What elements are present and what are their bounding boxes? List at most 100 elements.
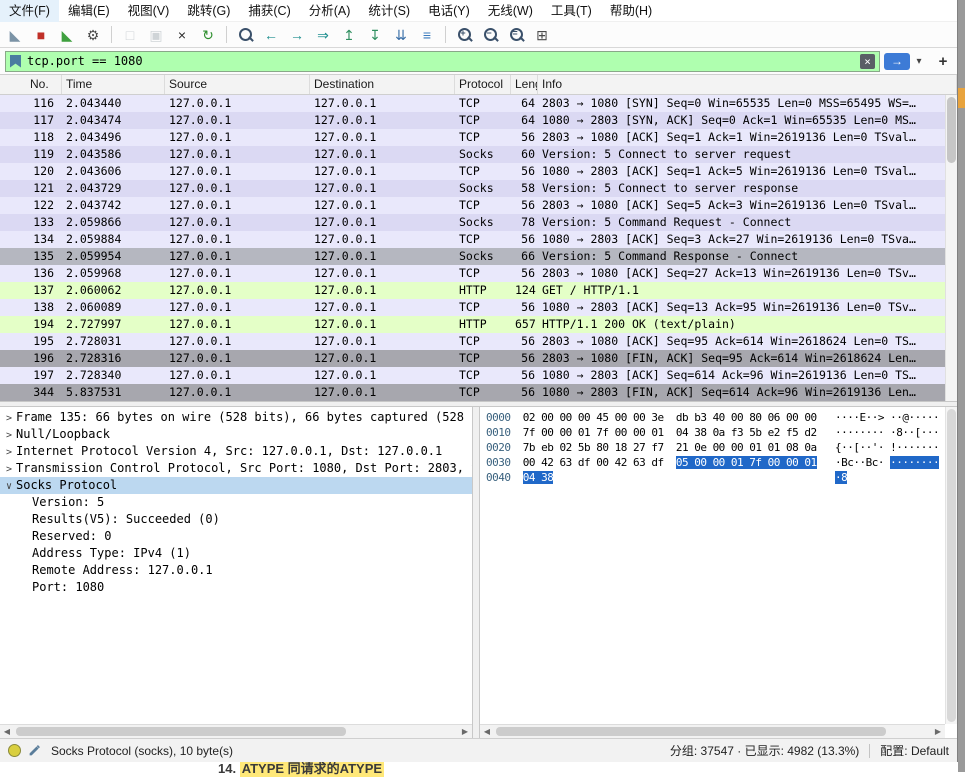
packet-row[interactable]: 1162.043440127.0.0.1127.0.0.1TCP642803 →… — [0, 95, 957, 112]
go-last-button[interactable]: ↧ — [362, 23, 388, 46]
expander-icon[interactable]: > — [2, 461, 16, 477]
menu-capture[interactable]: 捕获(C) — [239, 0, 299, 22]
find-packet-button[interactable] — [232, 23, 258, 46]
zoom-out-button[interactable]: − — [477, 23, 503, 46]
go-back-button[interactable]: ← — [258, 23, 284, 46]
column-header-info[interactable]: Info — [538, 75, 957, 94]
hex-row[interactable]: 0030 00 42 63 df 00 42 63 df 05 00 00 01… — [486, 455, 944, 470]
detail-line[interactable]: Remote Address: 127.0.0.1 — [0, 562, 472, 579]
expander-icon[interactable]: > — [2, 410, 16, 426]
reload-file-button[interactable]: ↻ — [195, 23, 221, 46]
menu-view[interactable]: 视图(V) — [119, 0, 179, 22]
scroll-left-icon[interactable]: ◀ — [480, 727, 494, 736]
detail-line[interactable]: >Frame 135: 66 bytes on wire (528 bits),… — [0, 409, 472, 426]
capture-restart-button[interactable]: ◣ — [54, 23, 80, 46]
scroll-right-icon[interactable]: ▶ — [931, 727, 945, 736]
packet-row[interactable]: 3445.837531127.0.0.1127.0.0.1TCP561080 →… — [0, 384, 957, 401]
menu-analyze[interactable]: 分析(A) — [300, 0, 360, 22]
capture-options-button[interactable]: ⚙ — [80, 23, 106, 46]
packet-row[interactable]: 1972.728340127.0.0.1127.0.0.1TCP561080 →… — [0, 367, 957, 384]
packet-row[interactable]: 1182.043496127.0.0.1127.0.0.1TCP562803 →… — [0, 129, 957, 146]
column-header-len[interactable]: Length — [511, 75, 538, 94]
packet-row[interactable]: 1212.043729127.0.0.1127.0.0.1Socks58Vers… — [0, 180, 957, 197]
scroll-left-icon[interactable]: ◀ — [0, 727, 14, 736]
filter-bookmark-icon[interactable] — [10, 55, 21, 68]
open-file-button[interactable]: □ — [117, 23, 143, 46]
menu-telephony[interactable]: 电话(Y) — [419, 0, 479, 22]
filter-apply-button[interactable]: → — [884, 53, 910, 70]
background-scrollbar-thumb[interactable] — [958, 88, 965, 108]
menu-help[interactable]: 帮助(H) — [601, 0, 661, 22]
scroll-right-icon[interactable]: ▶ — [458, 727, 472, 736]
detail-line[interactable]: Version: 5 — [0, 494, 472, 511]
menu-wireless[interactable]: 无线(W) — [479, 0, 542, 22]
detail-line[interactable]: >Transmission Control Protocol, Src Port… — [0, 460, 472, 477]
colorize-button[interactable]: ≡ — [414, 23, 440, 46]
detail-line[interactable]: Reserved: 0 — [0, 528, 472, 545]
packet-row[interactable]: 1222.043742127.0.0.1127.0.0.1TCP562803 →… — [0, 197, 957, 214]
packet-row[interactable]: 1342.059884127.0.0.1127.0.0.1TCP561080 →… — [0, 231, 957, 248]
hex-hscrollbar[interactable]: ◀ ▶ — [480, 724, 945, 738]
expert-info-icon[interactable] — [8, 744, 21, 757]
packet-list-scrollbar[interactable] — [945, 95, 957, 401]
save-file-button[interactable]: ▣ — [143, 23, 169, 46]
menu-statistics[interactable]: 统计(S) — [359, 0, 419, 22]
packet-row[interactable]: 1352.059954127.0.0.1127.0.0.1Socks66Vers… — [0, 248, 957, 265]
go-to-packet-button[interactable]: ⇒ — [310, 23, 336, 46]
column-header-dst[interactable]: Destination — [310, 75, 455, 94]
expander-icon[interactable]: > — [2, 444, 16, 460]
packet-list-scrollbar-thumb[interactable] — [947, 97, 956, 163]
hex-row[interactable]: 0020 7b eb 02 5b 80 18 27 f7 21 0e 00 00… — [486, 440, 944, 455]
packet-row[interactable]: 1332.059866127.0.0.1127.0.0.1Socks78Vers… — [0, 214, 957, 231]
hex-vscrollbar-thumb[interactable] — [947, 409, 956, 722]
packet-row[interactable]: 1382.060089127.0.0.1127.0.0.1TCP561080 →… — [0, 299, 957, 316]
packet-row[interactable]: 1942.727997127.0.0.1127.0.0.1HTTP657HTTP… — [0, 316, 957, 333]
packet-row[interactable]: 1962.728316127.0.0.1127.0.0.1TCP562803 →… — [0, 350, 957, 367]
capture-stop-button[interactable]: ■ — [28, 23, 54, 46]
expander-icon[interactable]: ∨ — [2, 478, 16, 494]
zoom-100-button[interactable]: = — [503, 23, 529, 46]
display-filter-input[interactable]: tcp.port == 1080 × — [5, 51, 880, 72]
packet-row[interactable]: 1362.059968127.0.0.1127.0.0.1TCP562803 →… — [0, 265, 957, 282]
column-header-no[interactable]: No. — [0, 75, 62, 94]
pane-splitter-vertical[interactable] — [472, 407, 480, 738]
close-file-button[interactable]: × — [169, 23, 195, 46]
filter-dropdown-button[interactable]: ▾ — [912, 56, 926, 67]
packet-row[interactable]: 1952.728031127.0.0.1127.0.0.1TCP562803 →… — [0, 333, 957, 350]
background-scrollbar[interactable] — [958, 0, 965, 772]
auto-scroll-button[interactable]: ⇊ — [388, 23, 414, 46]
resize-columns-button[interactable]: ⊞ — [529, 23, 555, 46]
packet-row[interactable]: 1192.043586127.0.0.1127.0.0.1Socks60Vers… — [0, 146, 957, 163]
go-forward-button[interactable]: → — [284, 23, 310, 46]
detail-line[interactable]: >Null/Loopback — [0, 426, 472, 443]
packet-row[interactable]: 1372.060062127.0.0.1127.0.0.1HTTP124GET … — [0, 282, 957, 299]
detail-line[interactable]: Port: 1080 — [0, 579, 472, 596]
hex-row[interactable]: 0010 7f 00 00 01 7f 00 00 01 04 38 0a f3… — [486, 425, 944, 440]
hex-row[interactable]: 0040 04 38 ·8 — [486, 470, 944, 485]
zoom-in-button[interactable]: + — [451, 23, 477, 46]
menu-file[interactable]: 文件(F) — [0, 0, 59, 22]
menu-tools[interactable]: 工具(T) — [542, 0, 601, 22]
column-header-time[interactable]: Time — [62, 75, 165, 94]
expander-icon[interactable]: > — [2, 427, 16, 443]
details-hscrollbar-thumb[interactable] — [16, 727, 346, 736]
capture-start-button[interactable]: ◣ — [2, 23, 28, 46]
status-profile[interactable]: 配置: Default — [880, 742, 949, 759]
hex-vscrollbar[interactable] — [945, 407, 957, 724]
filter-clear-button[interactable]: × — [860, 54, 875, 69]
detail-line[interactable]: >Internet Protocol Version 4, Src: 127.0… — [0, 443, 472, 460]
column-header-proto[interactable]: Protocol — [455, 75, 511, 94]
details-hscrollbar[interactable]: ◀ ▶ — [0, 724, 472, 738]
packet-row[interactable]: 1202.043606127.0.0.1127.0.0.1TCP561080 →… — [0, 163, 957, 180]
hex-row[interactable]: 0000 02 00 00 00 45 00 00 3e db b3 40 00… — [486, 410, 944, 425]
go-first-button[interactable]: ↥ — [336, 23, 362, 46]
detail-line[interactable]: Address Type: IPv4 (1) — [0, 545, 472, 562]
capture-comment-icon[interactable] — [28, 744, 41, 757]
packet-row[interactable]: 1172.043474127.0.0.1127.0.0.1TCP641080 →… — [0, 112, 957, 129]
menu-edit[interactable]: 编辑(E) — [59, 0, 119, 22]
filter-add-button[interactable]: + — [934, 53, 952, 70]
detail-line[interactable]: ∨Socks Protocol — [0, 477, 472, 494]
detail-line[interactable]: Results(V5): Succeeded (0) — [0, 511, 472, 528]
hex-hscrollbar-thumb[interactable] — [496, 727, 886, 736]
menu-go[interactable]: 跳转(G) — [178, 0, 239, 22]
